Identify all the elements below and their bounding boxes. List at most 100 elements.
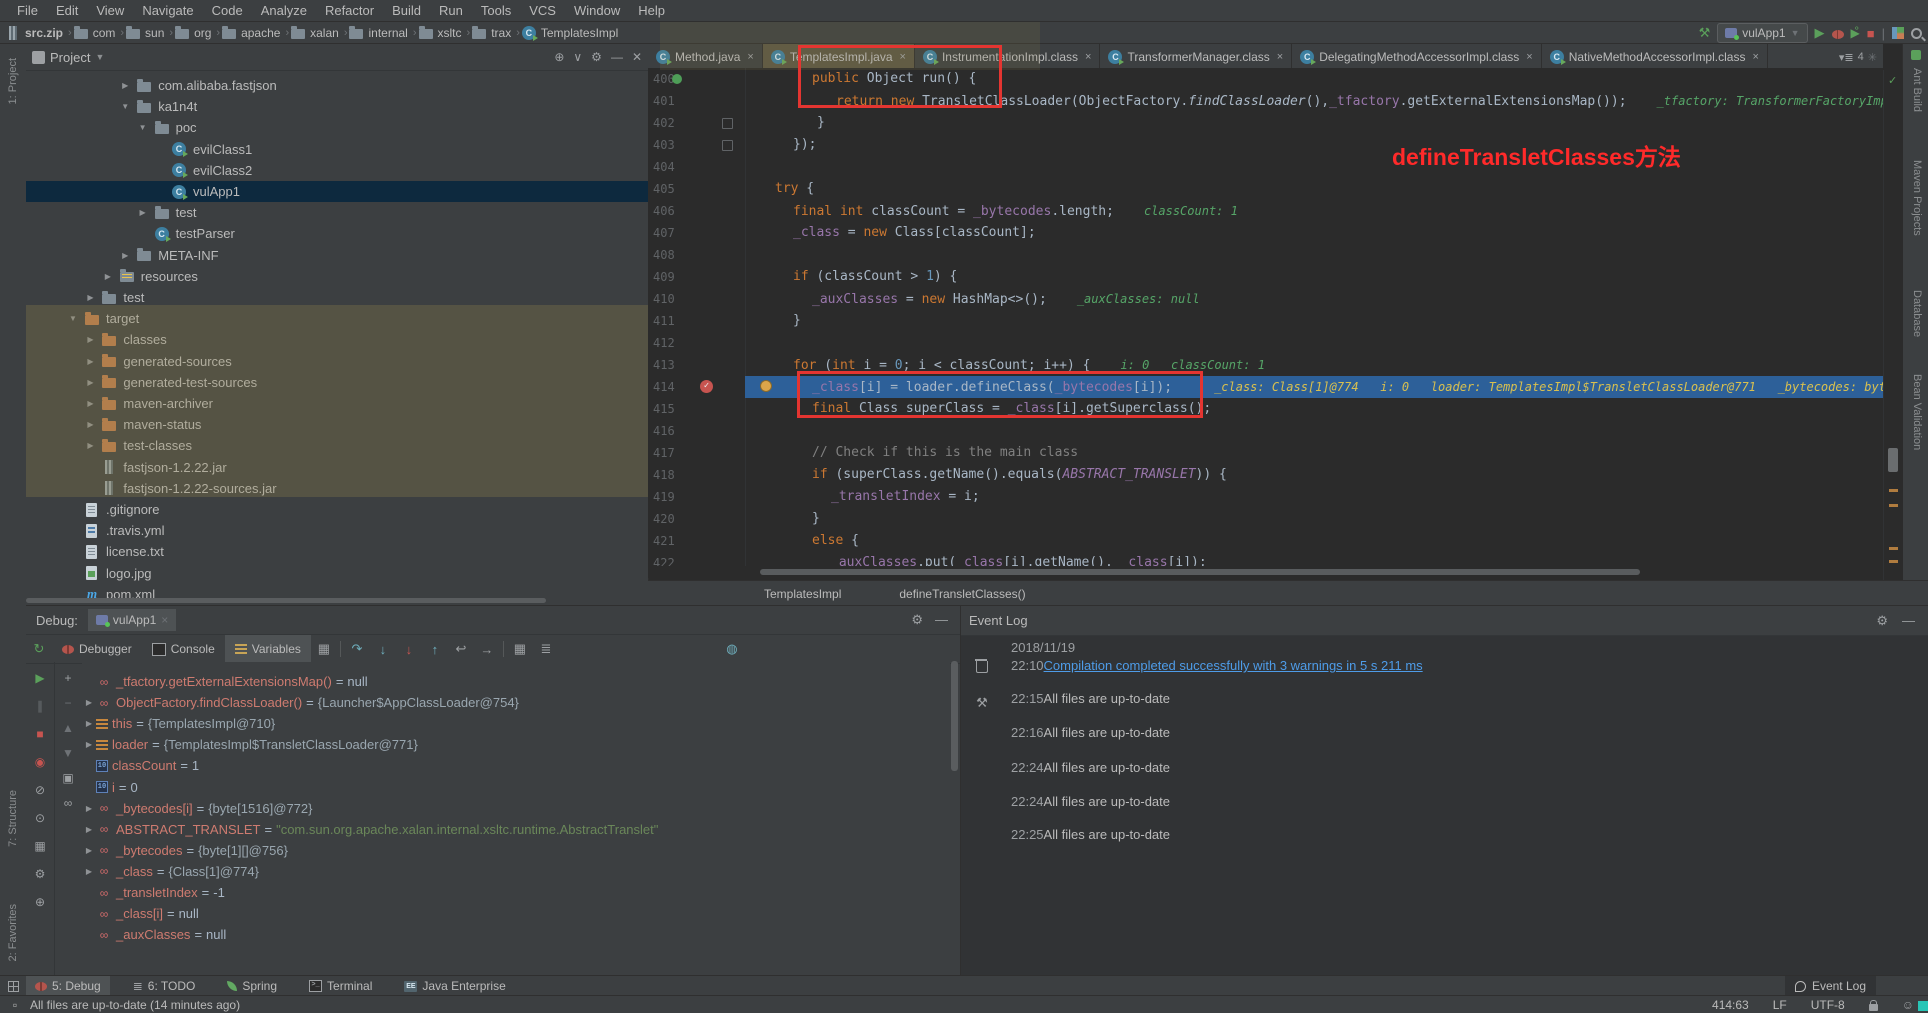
variable-row[interactable]: ∞_transletIndex=-1 — [82, 882, 225, 903]
debug-tab-debugger[interactable]: Debugger — [52, 635, 142, 663]
event-log-button[interactable]: Event Log — [1785, 976, 1876, 996]
drop-frame-icon[interactable]: ↩ — [448, 641, 474, 657]
copy-icon[interactable]: ▣ — [59, 770, 77, 786]
toolwindow-button-debug[interactable]: 5: Debug — [26, 976, 110, 996]
code-editor[interactable]: 400public Object run() {401return new Tr… — [648, 68, 1883, 566]
pin-tabs-icon[interactable]: ✳ — [1868, 51, 1877, 64]
build-hammer-icon[interactable]: ⚒ — [1699, 25, 1711, 41]
caret-position[interactable]: 414:63 — [1712, 998, 1749, 1012]
pin-icon[interactable]: ⊕ — [31, 894, 49, 910]
close-icon[interactable]: × — [900, 51, 906, 63]
menu-item-build[interactable]: Build — [383, 3, 430, 18]
line-number[interactable]: 408 — [653, 244, 675, 266]
variable-row[interactable]: ▶∞ObjectFactory.findClassLoader()={Launc… — [82, 692, 519, 713]
sidebar-item-project[interactable]: 1: Project — [7, 58, 19, 104]
rerun-icon[interactable]: ↻ — [26, 641, 52, 657]
tool-windows-icon[interactable] — [0, 979, 26, 993]
hidden-tabs-chip[interactable]: ▾≣4✳ — [1833, 44, 1883, 70]
line-number[interactable]: 410 — [653, 288, 675, 310]
run-icon[interactable]: ▶ — [1815, 25, 1825, 41]
sidebar-item-ant-build[interactable]: Ant Build — [1911, 68, 1923, 112]
line-number[interactable]: 401 — [653, 90, 675, 112]
step-over-icon[interactable]: ↷ — [344, 641, 370, 657]
event-message[interactable]: Compilation completed successfully with … — [1044, 658, 1423, 673]
line-number[interactable]: 422 — [653, 552, 675, 566]
chevron-collapsed-icon[interactable]: ▶ — [85, 441, 95, 450]
close-icon[interactable]: × — [1526, 51, 1532, 63]
line-number[interactable]: 407 — [653, 222, 675, 244]
chevron-collapsed-icon[interactable]: ▶ — [85, 293, 95, 302]
sidebar-item-maven-projects[interactable]: Maven Projects — [1911, 160, 1923, 236]
chevron-collapsed-icon[interactable]: ▶ — [82, 719, 96, 728]
tree-item-license-txt[interactable]: license.txt — [26, 541, 648, 562]
menu-item-run[interactable]: Run — [430, 3, 472, 18]
chevron-collapsed-icon[interactable]: ▶ — [82, 846, 96, 855]
line-number[interactable]: 404 — [653, 156, 675, 178]
editor-hscrollbar[interactable] — [648, 566, 1883, 578]
tree-item--gitignore[interactable]: .gitignore — [26, 499, 648, 520]
sidebar-item-favorites[interactable]: 2: Favorites — [7, 904, 19, 961]
chevron-collapsed-icon[interactable]: ▶ — [103, 272, 113, 281]
variable-row[interactable]: ▶loader={TemplatesImpl$TransletClassLoad… — [82, 734, 418, 755]
chevron-down-icon[interactable]: ▼ — [95, 52, 104, 62]
line-number[interactable]: 402 — [653, 112, 675, 134]
tree-item-testparser[interactable]: testParser — [26, 223, 648, 244]
line-separator[interactable]: LF — [1773, 998, 1787, 1012]
toolwindow-button-terminal[interactable]: Terminal — [300, 976, 381, 996]
variable-row[interactable]: classCount=1 — [82, 755, 199, 776]
tab-method-java[interactable]: Method.java× — [648, 44, 763, 70]
stop-icon[interactable]: ■ — [31, 726, 49, 742]
menu-item-view[interactable]: View — [87, 3, 133, 18]
fold-marker-icon[interactable] — [722, 140, 733, 151]
tab-templatesimpl-java[interactable]: TemplatesImpl.java× — [763, 44, 915, 70]
breadcrumb-item[interactable]: sun› — [126, 26, 173, 40]
restore-layout-icon[interactable]: ▦ — [311, 641, 337, 657]
project-panel-title[interactable]: Project — [50, 50, 90, 65]
evaluate-icon[interactable]: ▦ — [507, 641, 533, 657]
chevron-collapsed-icon[interactable]: ▶ — [82, 740, 96, 749]
toolwindow-button-spring[interactable]: Spring — [218, 976, 286, 996]
tree-item-test-classes[interactable]: ▶test-classes — [26, 435, 648, 456]
line-number[interactable]: 416 — [653, 420, 675, 442]
menu-item-window[interactable]: Window — [565, 3, 629, 18]
toolwindow-button-javaenterprise[interactable]: Java Enterprise — [395, 976, 514, 996]
line-number[interactable]: 414 — [653, 376, 675, 398]
chevron-collapsed-icon[interactable]: ▶ — [82, 867, 96, 876]
tree-item-fastjson-1-2-22-sources-jar[interactable]: fastjson-1.2.22-sources.jar — [26, 478, 648, 499]
search-icon[interactable] — [1911, 28, 1922, 39]
remove-icon[interactable]: − — [59, 695, 77, 711]
tree-item-poc[interactable]: ▼poc — [26, 117, 648, 138]
breadcrumb-method[interactable]: defineTransletClasses() — [899, 587, 1025, 601]
line-number[interactable]: 420 — [653, 508, 675, 530]
wrench-icon[interactable]: ⚒ — [976, 695, 988, 711]
chevron-collapsed-icon[interactable]: ▶ — [85, 378, 95, 387]
line-number[interactable]: 419 — [653, 486, 675, 508]
chevron-collapsed-icon[interactable]: ▶ — [85, 399, 95, 408]
breadcrumb-item[interactable]: apache› — [222, 26, 289, 40]
minimize-icon[interactable]: — — [935, 612, 948, 628]
delete-icon[interactable] — [976, 661, 988, 673]
locate-icon[interactable]: ⊕ — [554, 50, 564, 64]
debug-tab-variables[interactable]: Variables — [225, 635, 311, 663]
tree-item-maven-archiver[interactable]: ▶maven-archiver — [26, 393, 648, 414]
close-icon[interactable]: × — [747, 51, 753, 63]
debug-icon[interactable] — [1832, 26, 1844, 41]
variable-row[interactable]: ▶∞ABSTRACT_TRANSLET="com.sun.org.apache.… — [82, 819, 658, 840]
breadcrumb-item[interactable]: org› — [175, 26, 220, 40]
fold-marker-icon[interactable] — [722, 118, 733, 129]
tree-item-resources[interactable]: ▶resources — [26, 266, 648, 287]
settings-icon[interactable]: ⚙ — [911, 612, 923, 628]
file-encoding[interactable]: UTF-8 — [1811, 998, 1845, 1012]
tree-item-vulapp1[interactable]: vulApp1 — [26, 181, 648, 202]
settings-icon[interactable]: ⚙ — [1876, 613, 1888, 629]
step-out-icon[interactable]: ↑ — [422, 642, 448, 657]
tree-item--travis-yml[interactable]: .travis.yml — [26, 520, 648, 541]
variable-row[interactable]: i=0 — [82, 777, 138, 798]
tree-item-maven-status[interactable]: ▶maven-status — [26, 414, 648, 435]
variable-row[interactable]: ▶∞_bytecodes[i]={byte[1516]@772} — [82, 798, 313, 819]
debug-tab-console[interactable]: Console — [142, 635, 225, 663]
resume-icon[interactable]: ▶ — [31, 670, 49, 686]
menu-item-navigate[interactable]: Navigate — [133, 3, 202, 18]
up-icon[interactable]: ▲ — [59, 720, 77, 736]
tab-delegatingmethodaccessorimpl-class[interactable]: DelegatingMethodAccessorImpl.class× — [1292, 44, 1542, 70]
